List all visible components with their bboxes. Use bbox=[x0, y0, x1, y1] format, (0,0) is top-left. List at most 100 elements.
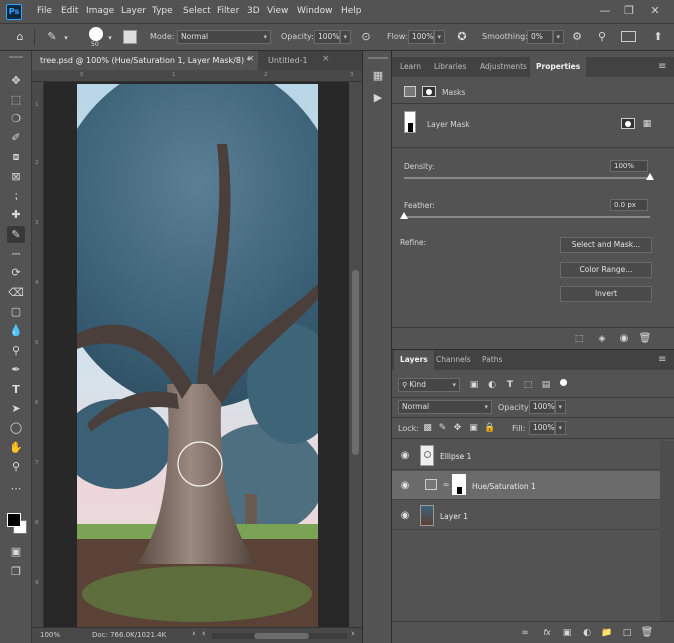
mode-dropdown[interactable]: Normal ▾ bbox=[177, 30, 271, 44]
quick-mask-icon[interactable]: ▣ bbox=[7, 543, 25, 560]
lock-artboard-icon[interactable]: ▣ bbox=[468, 421, 479, 435]
filter-toggle-icon[interactable] bbox=[560, 379, 567, 386]
eye-icon[interactable]: ◉ bbox=[399, 510, 411, 522]
crop-tool-icon[interactable]: ⧇ bbox=[7, 148, 25, 165]
tab-adjustments[interactable]: Adjustments bbox=[474, 57, 533, 77]
share-icon[interactable]: ⬆ bbox=[651, 30, 665, 44]
tab-tree-psd[interactable]: tree.psd @ 100% (Hue/Saturation 1, Layer… bbox=[32, 51, 258, 70]
toolbar-grip[interactable] bbox=[9, 56, 23, 58]
apply-mask-icon[interactable]: ◈ bbox=[595, 332, 609, 346]
zoom-level[interactable]: 100% bbox=[40, 631, 60, 639]
eye-icon[interactable]: ◉ bbox=[399, 450, 411, 462]
layer-mask-thumbnail[interactable] bbox=[452, 474, 466, 495]
menu-select[interactable]: Select bbox=[183, 6, 211, 16]
frame-tool-icon[interactable]: ⊠ bbox=[7, 168, 25, 185]
layer-filter-dropdown[interactable]: ⚲ Kind ▾ bbox=[398, 378, 460, 392]
status-menu-icon[interactable]: › bbox=[192, 629, 196, 639]
dodge-tool-icon[interactable]: ⚲ bbox=[7, 342, 25, 359]
brush-preset-icon[interactable]: ✎ bbox=[44, 30, 60, 44]
tab-layers[interactable]: Layers bbox=[394, 350, 434, 370]
layer-style-icon[interactable]: fx bbox=[540, 626, 554, 640]
lock-position-icon[interactable]: ✥ bbox=[452, 421, 463, 435]
invert-button[interactable]: Invert bbox=[560, 286, 652, 302]
canvas-area[interactable] bbox=[44, 82, 349, 627]
tab-channels[interactable]: Channels bbox=[430, 350, 477, 370]
workspace-icon[interactable] bbox=[621, 31, 636, 42]
color-range-button[interactable]: Color Range... bbox=[560, 262, 652, 278]
zoom-tool-icon[interactable]: ⚲ bbox=[7, 458, 25, 475]
gradient-tool-icon[interactable]: ▢ bbox=[7, 303, 25, 320]
close-icon[interactable]: ✕ bbox=[646, 3, 664, 19]
link-layers-icon[interactable]: ∞ bbox=[518, 626, 532, 640]
menu-edit[interactable]: Edit bbox=[61, 6, 78, 16]
menu-type[interactable]: Type bbox=[152, 6, 173, 16]
layer-opacity-dropdown[interactable]: ▾ bbox=[555, 400, 566, 414]
adjustment-layer-icon[interactable] bbox=[425, 479, 437, 490]
hand-tool-icon[interactable]: ✋ bbox=[7, 439, 25, 456]
close-icon[interactable]: × bbox=[247, 54, 255, 64]
menu-view[interactable]: View bbox=[267, 6, 288, 16]
pen-tool-icon[interactable]: ✒ bbox=[7, 361, 25, 378]
layer-name[interactable]: Hue/Saturation 1 bbox=[472, 482, 536, 491]
brush-panel-icon[interactable] bbox=[123, 30, 137, 44]
fill-field[interactable]: 100% bbox=[529, 421, 555, 435]
path-select-tool-icon[interactable]: ➤ bbox=[7, 400, 25, 417]
tab-untitled-1[interactable]: Untitled-1 bbox=[260, 51, 330, 70]
tab-paths[interactable]: Paths bbox=[476, 350, 508, 370]
brush-tip-icon[interactable] bbox=[89, 27, 103, 41]
pixel-mask-icon[interactable] bbox=[404, 86, 416, 97]
minimize-icon[interactable]: — bbox=[596, 3, 614, 19]
filter-smart-object-icon[interactable]: ▤ bbox=[540, 378, 552, 392]
blur-tool-icon[interactable]: 💧 bbox=[7, 322, 25, 339]
strip-grip[interactable] bbox=[368, 57, 388, 59]
chevron-down-icon[interactable]: ▾ bbox=[62, 31, 70, 45]
search-icon[interactable]: ⚲ bbox=[595, 30, 609, 44]
menu-window[interactable]: Window bbox=[297, 6, 333, 16]
tab-properties[interactable]: Properties bbox=[530, 57, 587, 77]
eyedropper-tool-icon[interactable]: ⁏ bbox=[7, 187, 25, 204]
density-slider-thumb[interactable] bbox=[646, 173, 654, 180]
link-icon[interactable]: ∞ bbox=[442, 478, 450, 492]
menu-file[interactable]: File bbox=[37, 6, 52, 16]
new-adjustment-layer-icon[interactable]: ◐ bbox=[580, 626, 594, 640]
move-tool-icon[interactable]: ✥ bbox=[7, 72, 25, 89]
density-field[interactable]: 100% bbox=[610, 160, 648, 172]
load-selection-icon[interactable]: ⬚ bbox=[572, 332, 586, 346]
filter-type-icon[interactable]: T bbox=[504, 378, 516, 392]
eraser-tool-icon[interactable]: ⌫ bbox=[7, 284, 25, 301]
layer-thumbnail[interactable] bbox=[420, 505, 434, 526]
mask-thumbnail[interactable] bbox=[404, 111, 416, 133]
smoothing-field[interactable]: 0% bbox=[527, 30, 553, 44]
opacity-dropdown[interactable]: ▾ bbox=[340, 30, 351, 44]
stamp-tool-icon[interactable]: ⎓ bbox=[7, 245, 25, 262]
home-icon[interactable]: ⌂ bbox=[12, 30, 28, 44]
marquee-tool-icon[interactable]: ⬚ bbox=[7, 91, 25, 108]
layers-scrollbar[interactable] bbox=[660, 441, 674, 621]
gear-icon[interactable]: ⚙ bbox=[570, 30, 584, 44]
fill-dropdown[interactable]: ▾ bbox=[555, 421, 566, 435]
smoothing-dropdown[interactable]: ▾ bbox=[553, 30, 564, 44]
lock-transparent-icon[interactable]: ▩ bbox=[422, 421, 433, 435]
trash-icon[interactable]: 🗑 bbox=[638, 332, 652, 346]
menu-layer[interactable]: Layer bbox=[121, 6, 146, 16]
filter-shape-icon[interactable]: ⬚ bbox=[522, 378, 534, 392]
menu-image[interactable]: Image bbox=[86, 6, 114, 16]
horizontal-scrollbar-thumb[interactable] bbox=[254, 633, 309, 639]
opacity-field[interactable]: 100% bbox=[314, 30, 340, 44]
lock-image-icon[interactable]: ✎ bbox=[437, 421, 448, 435]
filter-adjustment-icon[interactable]: ◐ bbox=[486, 378, 498, 392]
tab-learn[interactable]: Learn bbox=[394, 57, 427, 77]
density-slider[interactable] bbox=[404, 177, 650, 179]
menu-3d[interactable]: 3D bbox=[247, 6, 260, 16]
select-and-mask-button[interactable]: Select and Mask... bbox=[560, 237, 652, 253]
layer-row-hue-saturation-1[interactable]: ◉ ∞ Hue/Saturation 1 bbox=[392, 471, 660, 500]
restore-icon[interactable]: ❐ bbox=[620, 3, 638, 19]
menu-filter[interactable]: Filter bbox=[217, 6, 239, 16]
scroll-right-icon[interactable]: › bbox=[351, 629, 355, 639]
lock-all-icon[interactable]: 🔒 bbox=[484, 421, 495, 435]
vertical-scrollbar-thumb[interactable] bbox=[352, 270, 359, 455]
layer-row-layer-1[interactable]: ◉ Layer 1 bbox=[392, 501, 660, 530]
tree-image[interactable] bbox=[77, 84, 318, 627]
actions-panel-icon[interactable]: ▶ bbox=[369, 91, 387, 105]
history-panel-icon[interactable]: ▦ bbox=[369, 69, 387, 83]
